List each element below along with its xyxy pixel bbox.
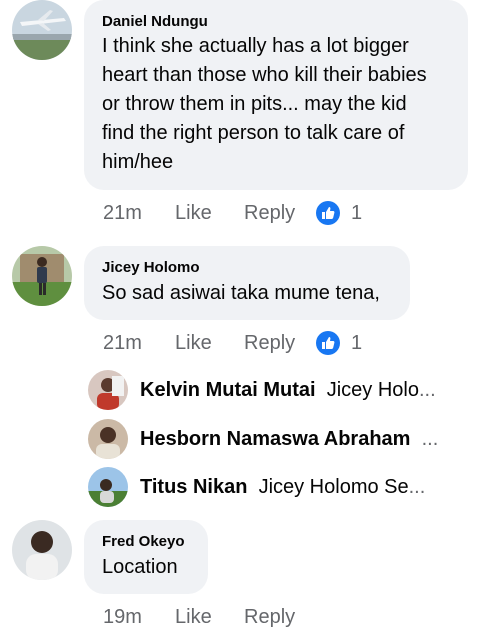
reply-ellipsis: ... [408,476,426,498]
reply-preview-text: Titus Nikan Jicey Holomo Se... [140,475,425,499]
avatar[interactable] [12,520,72,580]
comment-timestamp: 21m [103,332,142,354]
comment-text-line: heart than those who kill their babies [102,64,427,86]
reply-preview-row[interactable]: Hesborn Namaswa Abraham ... [88,419,468,459]
comment-text: So sad asiwai taka mume tena, [102,282,380,304]
reaction-count[interactable]: 1 [351,201,362,225]
comment-text-line: or throw them in pits... may the kid [102,93,407,115]
like-button[interactable]: Like [175,605,212,629]
reply-preview-text: Hesborn Namaswa Abraham ... [140,427,438,451]
like-button[interactable]: Like [175,331,212,355]
reply-author: Hesborn Namaswa Abraham [140,428,411,450]
comment-text: Location [102,556,178,578]
comment-text-line: find the right person to talk care of [102,122,405,144]
reply-author: Titus Nikan [140,476,248,498]
comment-author[interactable]: Fred Okeyo [102,533,185,551]
reaction-count[interactable]: 1 [351,331,362,355]
reply-ellipsis: ... [418,379,436,401]
like-thumbs-up-icon [316,201,340,225]
like-button[interactable]: Like [175,201,212,225]
comment-author[interactable]: Jicey Holomo [102,259,200,277]
reply-button[interactable]: Reply [244,331,295,355]
comment-timestamp: 19m [103,606,142,628]
reply-button[interactable]: Reply [244,605,295,629]
avatar[interactable] [88,419,128,459]
avatar[interactable] [12,0,72,60]
comment-text-line: him/hee [102,151,174,173]
reply-preview-row[interactable]: Titus Nikan Jicey Holomo Se... [88,467,468,507]
comment-text-line: I think she actually has a lot bigger [102,35,409,57]
reply-preview-text: Kelvin Mutai Mutai Jicey Holo... [140,378,436,402]
reply-ellipsis: ... [421,428,439,450]
like-thumbs-up-icon [316,331,340,355]
reply-button[interactable]: Reply [244,201,295,225]
comment-bubble: Fred Okeyo Location [84,520,208,594]
reply-snippet: Jicey Holomo Se [258,476,409,498]
comment-bubble: Daniel Ndungu I think she actually has a… [84,0,468,190]
avatar[interactable] [88,467,128,507]
avatar[interactable] [12,246,72,306]
avatar[interactable] [88,370,128,410]
comment-timestamp: 21m [103,202,142,224]
reply-preview-row[interactable]: Kelvin Mutai Mutai Jicey Holo... [88,370,468,410]
comment-author[interactable]: Daniel Ndungu [102,13,208,31]
reply-author: Kelvin Mutai Mutai [140,379,316,401]
comment-text: I think she actually has a lot bigger he… [102,32,427,177]
comment-bubble: Jicey Holomo So sad asiwai taka mume ten… [84,246,410,320]
reply-snippet: Jicey Holo [326,379,419,401]
